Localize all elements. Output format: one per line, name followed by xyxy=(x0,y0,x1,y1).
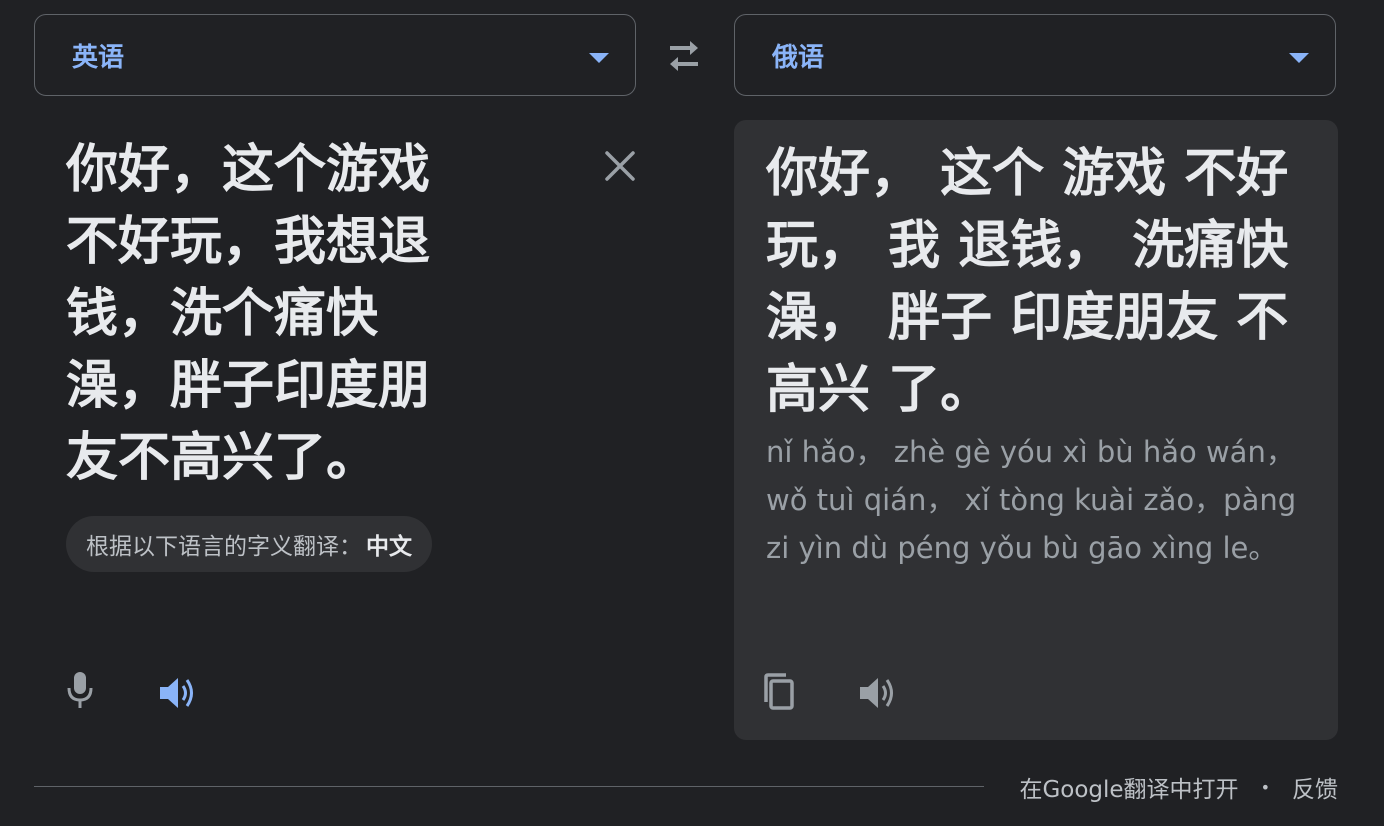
copy-icon xyxy=(764,673,794,710)
translation-text: 你好， 这个 游戏 不好玩， 我 退钱， 洗痛快 澡， 胖子 印度朋友 不高兴 … xyxy=(766,144,1289,420)
translate-widget: 英语 俄语 你好，这个游戏不好玩，我想退钱，洗个痛快澡，胖子印度朋友不高兴了。 … xyxy=(0,0,1384,826)
footer-divider xyxy=(34,786,984,787)
source-language-select[interactable]: 英语 xyxy=(34,14,636,96)
speaker-icon xyxy=(860,678,893,708)
translation-panel: 你好， 这个 游戏 不好玩， 我 退钱， 洗痛快 澡， 胖子 印度朋友 不高兴 … xyxy=(734,120,1338,740)
swap-arrows-icon xyxy=(670,41,698,71)
footer-separator: • xyxy=(1260,777,1270,797)
source-text-input[interactable]: 你好，这个游戏不好玩，我想退钱，洗个痛快澡，胖子印度朋友不高兴了。 xyxy=(66,134,466,494)
detected-language-prefix: 根据以下语言的字义翻译： xyxy=(86,534,362,560)
chevron-down-icon xyxy=(1289,53,1309,63)
romanization-text: nǐ hǎo， zhè gè yóu xì bù hǎo wán， wǒ tuì… xyxy=(766,435,1297,565)
target-language-label: 俄语 xyxy=(772,42,825,73)
source-listen-button[interactable] xyxy=(154,671,198,715)
detected-language-name: 中文 xyxy=(366,534,412,560)
source-language-label: 英语 xyxy=(72,42,125,73)
chevron-down-icon xyxy=(589,53,609,63)
target-language-select[interactable]: 俄语 xyxy=(734,14,1336,96)
translation-listen-button[interactable] xyxy=(854,671,898,715)
feedback-link[interactable]: 反馈 xyxy=(1292,770,1338,804)
microphone-button[interactable] xyxy=(58,668,102,712)
microphone-icon xyxy=(67,672,93,708)
copy-translation-button[interactable] xyxy=(758,670,802,714)
open-in-google-translate-link[interactable]: 在Google翻译中打开 xyxy=(1019,770,1238,804)
detected-language-chip[interactable]: 根据以下语言的字义翻译： 中文 xyxy=(66,516,432,572)
close-icon xyxy=(605,151,635,181)
footer: 在Google翻译中打开 • 反馈 xyxy=(1019,770,1338,804)
speaker-icon xyxy=(160,678,193,708)
clear-text-button[interactable] xyxy=(600,146,640,186)
swap-languages-button[interactable] xyxy=(664,38,704,74)
